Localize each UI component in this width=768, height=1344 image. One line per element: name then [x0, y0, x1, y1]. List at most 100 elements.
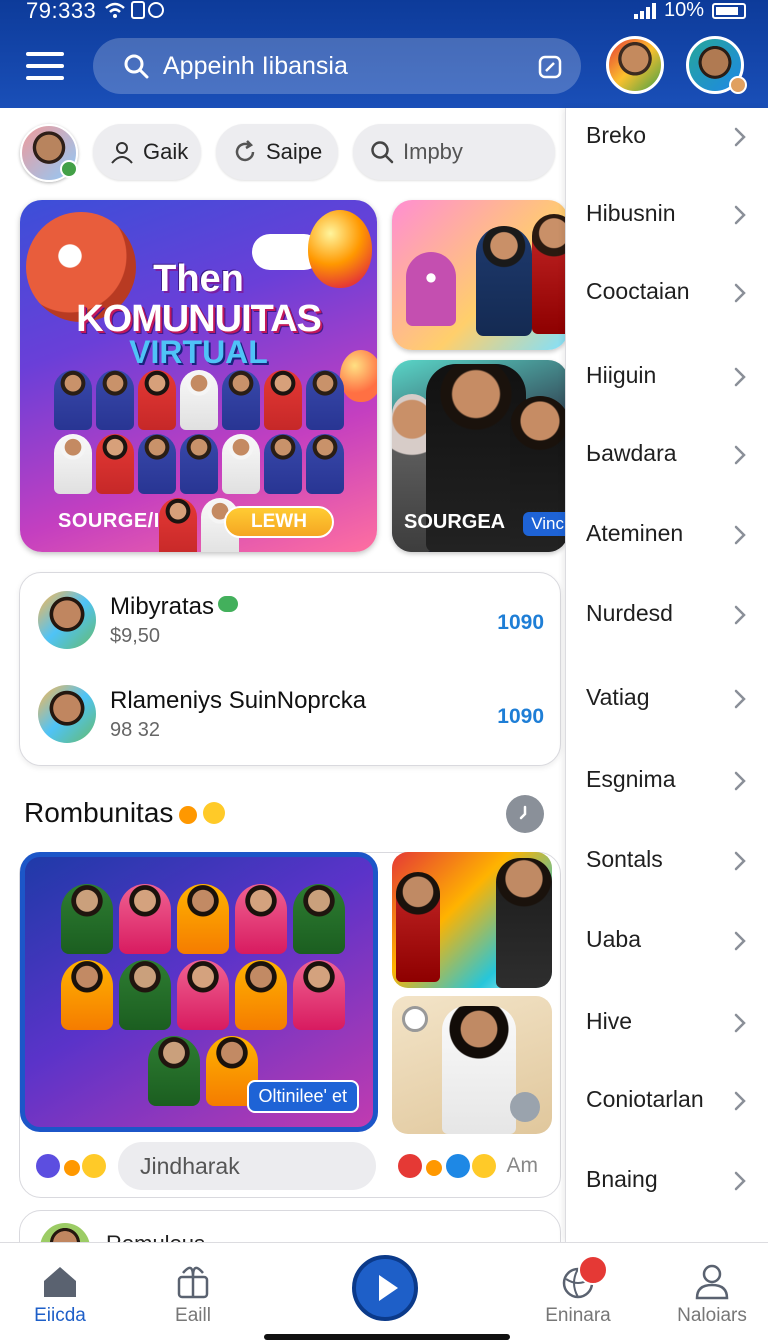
community-thumbnail[interactable] [392, 852, 552, 988]
thumbnail-game[interactable] [392, 200, 568, 350]
drawer-item-label: Hive [586, 1008, 633, 1034]
drawer-item-label: Ateminen [586, 520, 684, 546]
cancel-icon[interactable] [398, 1154, 422, 1178]
edit-icon[interactable] [537, 54, 563, 80]
chevron-right-icon [734, 445, 746, 465]
hero-source: SOURGE/I [58, 510, 160, 532]
user-avatar[interactable] [20, 124, 78, 182]
list-item-name-row: Mibyratas [110, 593, 239, 621]
crowd-photo [33, 875, 373, 1115]
chevron-right-icon [734, 1091, 746, 1111]
person-figure [496, 858, 552, 988]
drawer-item-label: Bnaing [586, 1166, 658, 1192]
hero-action-button[interactable]: LEWH [224, 506, 334, 538]
person-figure [476, 226, 532, 336]
chip-saipe[interactable]: Saipe [216, 124, 338, 180]
section-title: Rombunitas [24, 797, 174, 828]
list-item-name: Mibyratas [110, 593, 215, 620]
drawer-item-label: Esgnima [586, 766, 676, 792]
chevron-right-icon [734, 283, 746, 303]
chevron-right-icon [734, 1171, 746, 1191]
drawer-item-label: Ьawdara [586, 440, 677, 466]
list-item-value: 1090 [497, 611, 544, 634]
bottom-navigation: Eiicda Eaill Eninara Naloiars [0, 1242, 768, 1344]
drawer-item[interactable]: Nurdesd [566, 586, 768, 646]
drawer-item-label: Coniotarlan [586, 1086, 704, 1112]
drawer-item[interactable]: Hibusnin [566, 186, 768, 246]
thumbnail-source: SOURGEA [404, 511, 506, 533]
hero-title-line1: Then [153, 258, 244, 300]
play-icon [379, 1275, 398, 1301]
status-dot [729, 76, 747, 94]
drawer-item[interactable]: Coniotarlan [566, 1072, 768, 1132]
drawer-item[interactable]: Esgnima [566, 752, 768, 812]
crowd-photo [34, 370, 364, 552]
drawer-item[interactable]: Ateminen [566, 506, 768, 566]
music-icon [36, 1154, 60, 1178]
drawer-item[interactable]: Uaba [566, 912, 768, 972]
community-thumbnail[interactable] [392, 996, 552, 1134]
chevron-right-icon [734, 525, 746, 545]
chip-gaik[interactable]: Gaik [93, 124, 201, 180]
drawer-item[interactable]: Cooctaian [566, 264, 768, 324]
search-text: Appeinh Iibansia [163, 51, 348, 80]
online-indicator [60, 160, 78, 178]
home-icon [44, 1267, 76, 1297]
drawer-item[interactable]: Breko [566, 108, 768, 168]
refresh-icon [235, 140, 255, 162]
emoji-icon [82, 1154, 106, 1178]
image-tag: Oltinilee' et [246, 1080, 359, 1113]
link-icon[interactable] [446, 1154, 470, 1178]
list-item-sub: $9,50 [110, 625, 161, 647]
wifi-icon [104, 0, 164, 25]
signal-icon [633, 2, 656, 19]
send-icon[interactable] [510, 1092, 540, 1122]
person-icon [111, 142, 133, 164]
hero-title-line3: VIRTUAL [129, 334, 268, 370]
chevron-right-icon [734, 851, 746, 871]
chevron-right-icon [734, 127, 746, 147]
comment-input[interactable]: Jindharak [118, 1142, 376, 1190]
drawer-item[interactable]: Bnaing [566, 1152, 768, 1212]
drawer-item[interactable]: Hive [566, 994, 768, 1054]
search-bar[interactable]: Appeinh Iibansia [93, 38, 581, 94]
person-figure [442, 1006, 516, 1134]
nav-profile[interactable]: Naloiars [652, 1261, 768, 1327]
drawer-item[interactable]: Sontals [566, 832, 768, 892]
nav-label: Eaill [175, 1305, 211, 1326]
community-main-image[interactable]: Oltinilee' et [20, 852, 378, 1132]
battery-icon [712, 2, 746, 19]
chevron-right-icon [734, 689, 746, 709]
clock-icon[interactable] [506, 795, 544, 833]
menu-icon[interactable] [26, 52, 64, 80]
emoji-icon [203, 802, 226, 824]
comment-row: Jindharak Am [36, 1142, 546, 1190]
nav-label: Eninara [545, 1305, 611, 1326]
list-item[interactable]: Mibyratas $9,50 1090 [38, 591, 548, 655]
list-item[interactable]: Rlameniys SuinNoprcka 98 32 1090 [38, 685, 548, 749]
chip-impby[interactable]: Impby [353, 124, 555, 180]
profile-icon [695, 1264, 729, 1300]
drawer-item-label: Breko [586, 122, 647, 148]
avatar [38, 685, 96, 743]
battery-percent: 10% [663, 0, 704, 21]
thumbnail-community[interactable]: SOURGEA Vinc [392, 360, 568, 552]
emoji-icon [179, 806, 198, 824]
drawer-item-label: Nurdesd [586, 600, 673, 626]
drawer-item[interactable]: Vatiag [566, 670, 768, 730]
play-button[interactable] [352, 1255, 418, 1321]
emoji-icon [426, 1160, 442, 1176]
emoji-icon [64, 1160, 80, 1176]
nav-gift[interactable]: Eaill [133, 1261, 253, 1327]
list-item-value: 1090 [497, 705, 544, 728]
drawer-item[interactable]: Ьawdara [566, 426, 768, 486]
chevron-right-icon [734, 605, 746, 625]
nav-home[interactable]: Eiicda [0, 1261, 120, 1327]
hero-banner[interactable]: Then KOMUNUITAS VIRTUAL SOURGE/I LEWH [20, 200, 377, 552]
drawer-item-label: Hiiguin [586, 362, 657, 388]
home-indicator [264, 1334, 510, 1340]
user-list-card: Mibyratas $9,50 1090 Rlameniys SuinNoprc… [19, 572, 561, 766]
chevron-right-icon [734, 205, 746, 225]
drawer-item[interactable]: Hiiguin [566, 348, 768, 408]
friend-avatar[interactable] [606, 36, 664, 94]
